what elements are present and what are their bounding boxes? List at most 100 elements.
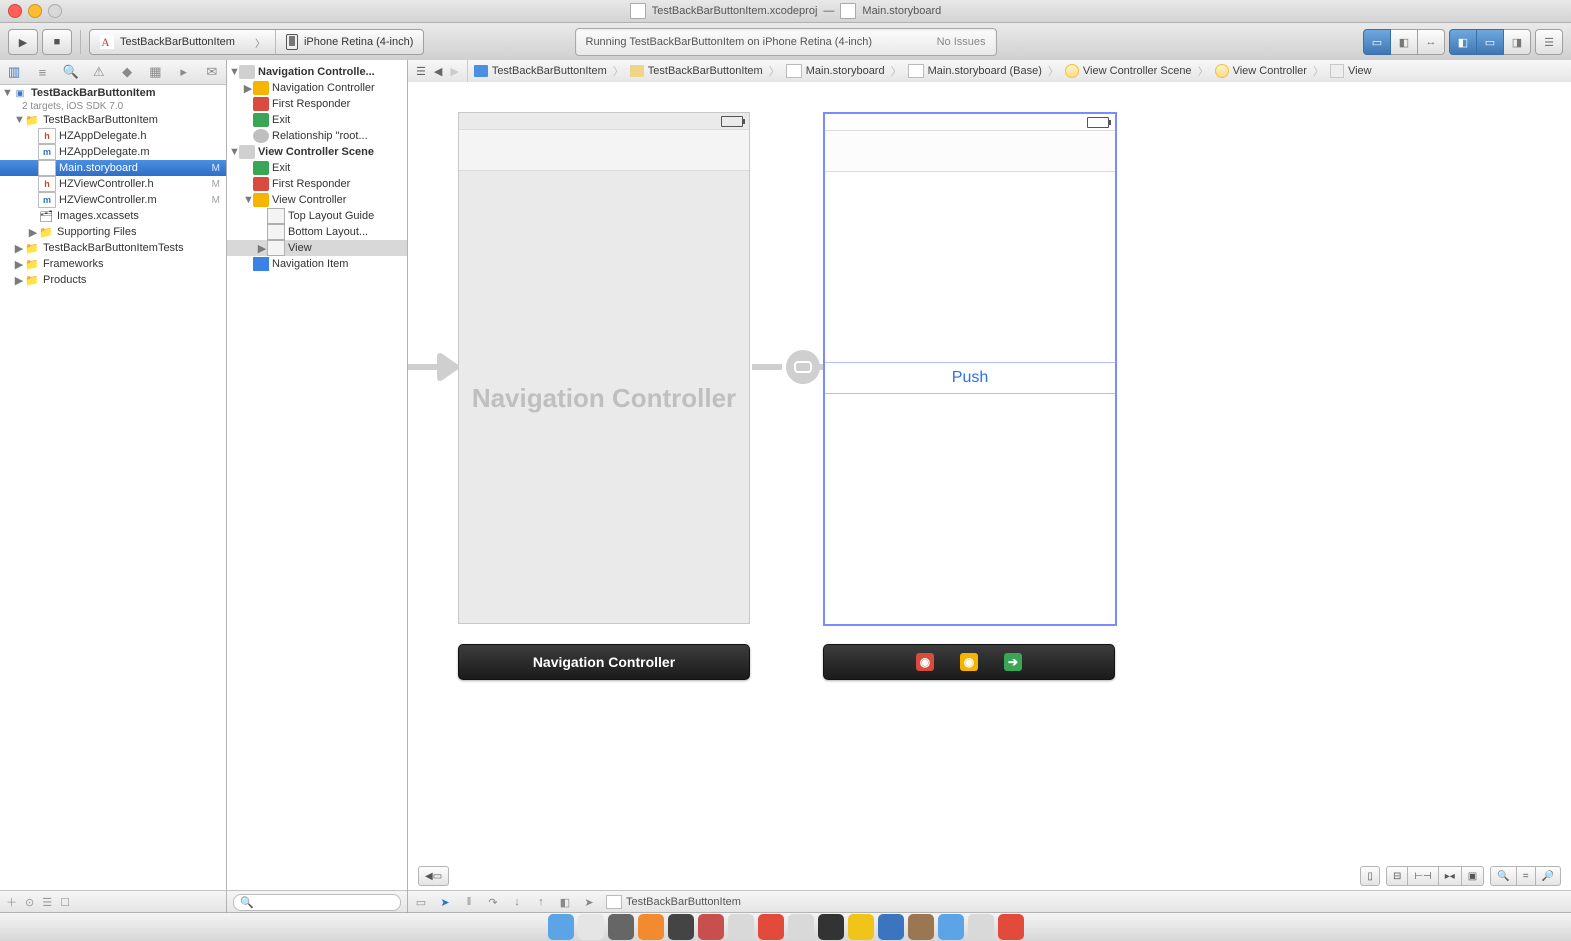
outline-item[interactable]: ▼View Controller <box>227 192 407 208</box>
standard-editor-button[interactable]: ▭ <box>1363 29 1391 55</box>
dock-app[interactable] <box>968 914 994 940</box>
storyboard-canvas[interactable]: Navigation Controller Push Navigation Co… <box>408 82 1571 865</box>
view-controller-icon[interactable]: ◉ <box>960 653 978 671</box>
disclosure-icon[interactable]: ▶ <box>243 82 253 95</box>
breakpoints-icon[interactable]: ➤ <box>438 896 452 909</box>
find-navigator-icon[interactable]: 🔍 <box>63 64 79 80</box>
related-items-icon[interactable]: ☰ <box>412 65 430 78</box>
jump-bar-segment[interactable]: TestBackBarButtonItem <box>624 60 769 82</box>
recent-filter-icon[interactable]: ⊙ <box>25 896 34 909</box>
debug-navigator-icon[interactable]: ▦ <box>147 64 163 80</box>
outline-item[interactable]: Navigation Item <box>227 256 407 272</box>
tests-group-row[interactable]: ▶ TestBackBarButtonItemTests <box>0 240 226 256</box>
dock-app[interactable] <box>728 914 754 940</box>
navigator-filter-field[interactable] <box>78 895 224 909</box>
outline-scene-header[interactable]: ▼View Controller Scene <box>227 144 407 160</box>
dock-app[interactable] <box>908 914 934 940</box>
resizing-button[interactable]: ▣ <box>1462 866 1484 886</box>
dock-app[interactable] <box>668 914 694 940</box>
dock-app[interactable] <box>698 914 724 940</box>
stop-button[interactable]: ■ <box>42 29 72 55</box>
scm-filter-icon[interactable]: ☰ <box>42 896 52 909</box>
issue-navigator-icon[interactable]: ⚠ <box>91 64 107 80</box>
initial-scene-arrow[interactable] <box>408 350 458 384</box>
outline-item[interactable]: First Responder <box>227 96 407 112</box>
jump-bar-segment[interactable]: View Controller Scene <box>1059 60 1198 82</box>
navigation-controller-scene[interactable]: Navigation Controller <box>458 112 750 624</box>
outline-scene-header[interactable]: ▼Navigation Controlle... <box>227 64 407 80</box>
version-editor-button[interactable]: ↔ <box>1418 29 1445 55</box>
disclosure-icon[interactable]: ▼ <box>243 194 253 206</box>
project-navigator-tree[interactable]: ▼ ▣ TestBackBarButtonItem 2 targets, iOS… <box>0 85 226 890</box>
zoom-in-button[interactable]: 🔎 <box>1536 866 1561 886</box>
close-window-icon[interactable] <box>8 4 22 18</box>
dock-app[interactable] <box>788 914 814 940</box>
dock-app[interactable] <box>938 914 964 940</box>
dock-app[interactable] <box>998 914 1024 940</box>
debug-hierarchy-icon[interactable]: ◧ <box>558 896 572 909</box>
zoom-actual-button[interactable]: = <box>1517 866 1536 886</box>
dock-app[interactable] <box>578 914 604 940</box>
scene-dock-nav-controller[interactable]: Navigation Controller <box>458 644 750 680</box>
jump-bar-segment[interactable]: View Controller <box>1209 60 1313 82</box>
dock-app[interactable] <box>848 914 874 940</box>
disclosure-icon[interactable]: ▼ <box>229 146 239 158</box>
resolve-issues-button[interactable]: ▸◂ <box>1439 866 1462 886</box>
step-out-icon[interactable]: ↑ <box>534 896 548 908</box>
document-outline-tree[interactable]: ▼Navigation Controlle...▶Navigation Cont… <box>227 60 407 890</box>
file-row[interactable]: hHZAppDelegate.h <box>0 128 226 144</box>
toggle-outline-button[interactable]: ◀▭ <box>418 866 449 886</box>
align-button[interactable]: ⊟ <box>1386 866 1408 886</box>
disclosure-icon[interactable]: ▼ <box>229 66 239 78</box>
minimize-window-icon[interactable] <box>28 4 42 18</box>
exit-icon[interactable]: ➔ <box>1004 653 1022 671</box>
view-controller-scene[interactable]: Push <box>823 112 1117 626</box>
debug-process[interactable]: TestBackBarButtonItem <box>606 895 741 909</box>
scene-dock-view-controller[interactable]: ◉ ◉ ➔ <box>823 644 1115 680</box>
add-icon[interactable]: ＋ <box>6 894 17 910</box>
outline-item[interactable]: ▶Navigation Controller <box>227 80 407 96</box>
zoom-out-button[interactable]: 🔍 <box>1490 866 1516 886</box>
back-icon[interactable]: ◀ <box>430 65 446 78</box>
navigation-bar[interactable] <box>825 131 1115 172</box>
dock-app[interactable] <box>608 914 634 940</box>
outline-item[interactable]: Exit <box>227 160 407 176</box>
dock-app[interactable] <box>758 914 784 940</box>
toggle-navigator-button[interactable]: ◧ <box>1449 29 1477 55</box>
project-root-row[interactable]: ▼ ▣ TestBackBarButtonItem <box>0 85 226 101</box>
pin-button[interactable]: ⊢⊣ <box>1408 866 1438 886</box>
assistant-editor-button[interactable]: ◧ <box>1391 29 1418 55</box>
disclosure-icon[interactable]: ▼ <box>14 114 24 126</box>
pause-icon[interactable]: ‖ <box>462 896 476 908</box>
outline-item[interactable]: Bottom Layout... <box>227 224 407 240</box>
disclosure-icon[interactable]: ▶ <box>14 258 24 271</box>
dock-app[interactable] <box>878 914 904 940</box>
jump-bar-segment[interactable]: Main.storyboard <box>780 60 891 82</box>
scheme-target[interactable]: TestBackBarButtonItem <box>90 30 245 54</box>
frameworks-group-row[interactable]: ▶ Frameworks <box>0 256 226 272</box>
toggle-debug-button[interactable]: ▭ <box>1477 29 1504 55</box>
disclosure-icon[interactable]: ▼ <box>2 87 12 99</box>
project-navigator-icon[interactable]: ▥ <box>6 64 22 80</box>
organizer-button[interactable]: ☰ <box>1535 29 1563 55</box>
push-button[interactable]: Push <box>825 362 1115 394</box>
disclosure-icon[interactable]: ▶ <box>28 226 38 239</box>
outline-item[interactable]: Top Layout Guide <box>227 208 407 224</box>
jump-bar-segment[interactable]: Main.storyboard (Base) <box>902 60 1048 82</box>
disclosure-icon[interactable]: ▶ <box>14 274 24 287</box>
file-row[interactable]: mHZViewController.mM <box>0 192 226 208</box>
activity-viewer[interactable]: Running TestBackBarButtonItem on iPhone … <box>575 28 997 56</box>
step-into-icon[interactable]: ↓ <box>510 896 524 908</box>
navigation-bar[interactable] <box>459 130 749 171</box>
step-over-icon[interactable]: ↷ <box>486 896 500 909</box>
outline-item[interactable]: Exit <box>227 112 407 128</box>
supporting-files-row[interactable]: ▶ Supporting Files <box>0 224 226 240</box>
jump-bar-segment[interactable]: TestBackBarButtonItem <box>468 60 613 82</box>
dock-app[interactable] <box>818 914 844 940</box>
breakpoint-navigator-icon[interactable]: ▸ <box>176 64 192 80</box>
file-row[interactable]: Main.storyboardM <box>0 160 226 176</box>
file-row[interactable]: hHZViewController.hM <box>0 176 226 192</box>
unsaved-filter-icon[interactable]: ☐ <box>60 896 70 909</box>
outline-item[interactable]: First Responder <box>227 176 407 192</box>
canvas-content[interactable]: Navigation Controller Push Navigation Co… <box>408 82 1571 802</box>
